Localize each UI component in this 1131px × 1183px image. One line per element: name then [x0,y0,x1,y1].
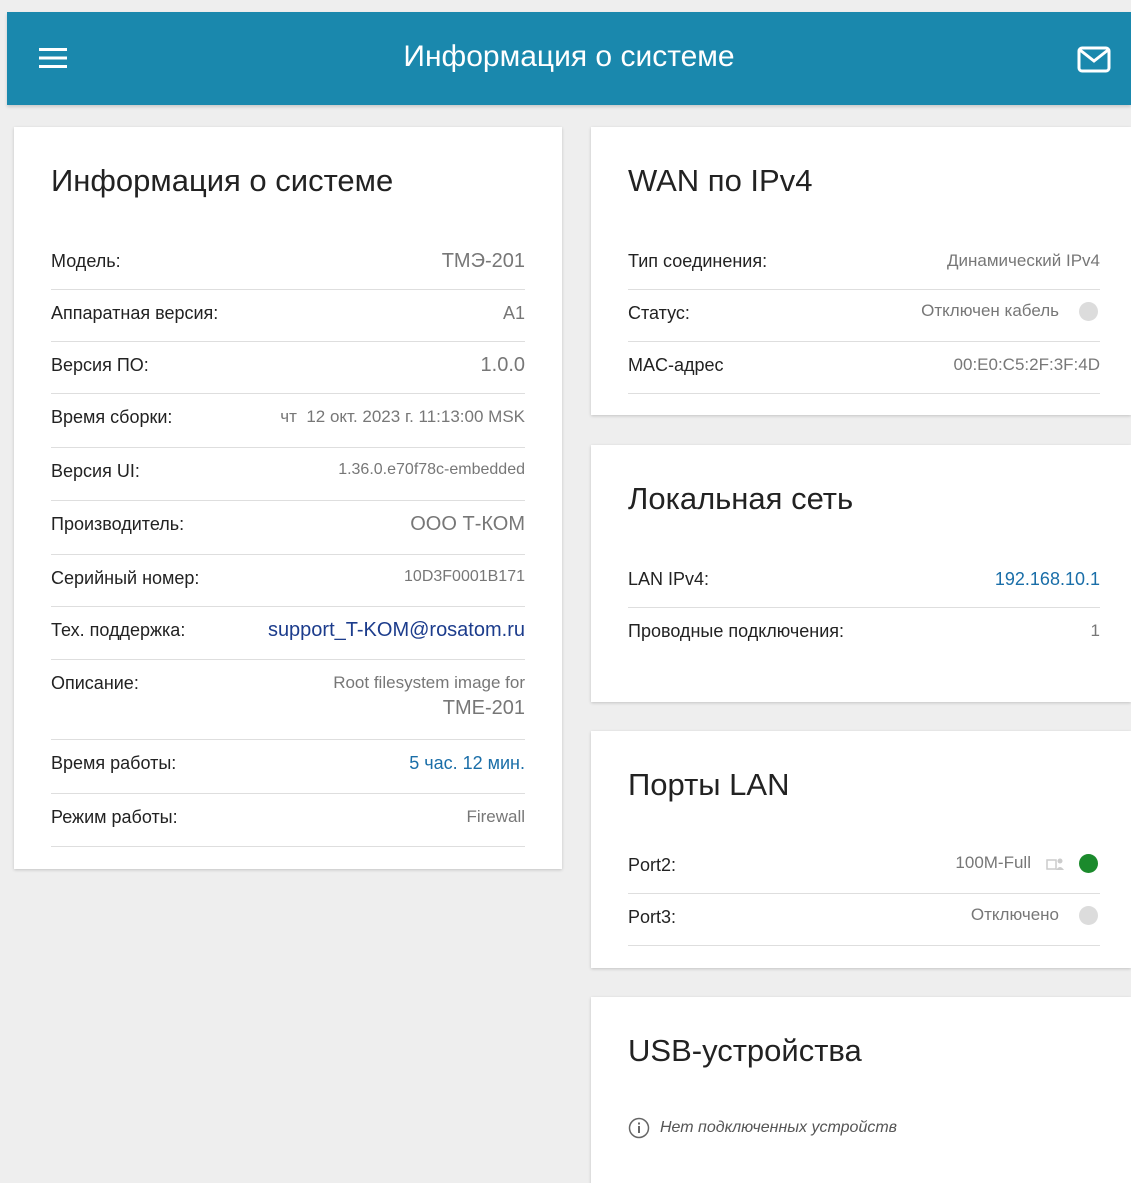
card-title: WAN по IPv4 [628,163,813,198]
row-value: A1 [502,303,525,323]
system-info-card: Информация о системе Модель: ТМЭ-201 Апп… [14,127,562,869]
row-label: Производитель: [51,514,185,534]
card-title: Локальная сеть [628,481,854,516]
row-value: Отключено [970,905,1100,926]
notifications-button[interactable] [1077,46,1111,74]
info-circle-icon [628,1117,650,1139]
support-email-link[interactable]: support_T-KOM@rosatom.ru [268,619,525,642]
row-label: MAC-адрес [628,355,724,375]
info-row-description: Описание: Root filesystem image for TME-… [51,659,525,740]
wan-row-mac: MAC-адрес 00:E0:C5:2F:3F:4D [628,341,1100,394]
row-value: 10D3F0001B171 [404,568,525,585]
lan-row-ipv4: LAN IPv4: 192.168.10.1 [628,555,1100,608]
row-label: Режим работы: [51,807,178,827]
row-label: Port2: [628,855,677,875]
description-line-2: TME-201 [442,697,525,719]
row-label: LAN IPv4: [628,569,710,589]
status-text: Отключен кабель [921,301,1059,320]
row-value: 1.0.0 [480,354,525,376]
port-status-text: Отключено [970,905,1059,924]
row-value: Динамический IPv4 [946,251,1100,270]
row-label: Аппаратная версия: [51,303,219,323]
row-value: Отключен кабель [921,301,1100,322]
wan-row-connection-type: Тип соединения: Динамический IPv4 [628,237,1100,290]
top-bar: Информация о системе [7,12,1131,105]
row-label: Время работы: [51,753,177,773]
lan-card: Локальная сеть LAN IPv4: 192.168.10.1 Пр… [591,445,1131,702]
row-label: Версия UI: [51,461,140,481]
card-title: USB-устройства [628,1033,862,1068]
port-row-port3: Port3: Отключено [628,893,1100,946]
port-row-port2: Port2: 100M-Full [628,841,1100,894]
info-row-firmware-version: Версия ПО: 1.0.0 [51,341,525,394]
row-value: Root filesystem image for TME-201 [333,673,525,723]
page-title: Информация о системе [403,40,735,73]
row-value: 1 [1090,621,1100,640]
lan-row-wired-connections: Проводные подключения: 1 [628,607,1100,659]
row-value: Firewall [466,807,525,826]
description-line-1: Root filesystem image for [333,673,525,692]
row-label: Время сборки: [51,407,173,427]
status-indicator [1079,854,1098,874]
page: Информация о системе Информация о систем… [0,0,1131,1183]
row-label: Тип соединения: [628,251,768,271]
row-label: Серийный номер: [51,568,200,588]
info-row-build-time: Время сборки: чт 12 окт. 2023 г. 11:13:0… [51,393,525,448]
row-label: Тех. поддержка: [51,620,186,640]
lan-port-icon [1046,858,1064,870]
status-indicator [1079,906,1098,926]
info-row-manufacturer: Производитель: ООО Т-КОМ [51,500,525,555]
row-label: Статус: [628,303,690,323]
row-label: Port3: [628,907,677,927]
info-row-hardware-version: Аппаратная версия: A1 [51,289,525,342]
usb-empty-message: Нет подключенных устройств [628,1117,897,1139]
info-row-ui-version: Версия UI: 1.36.0.e70f78c-embedded [51,447,525,501]
status-indicator [1079,302,1098,322]
row-label: Модель: [51,251,121,271]
lan-ip-link[interactable]: 192.168.10.1 [995,569,1100,590]
lan-ports-card: Порты LAN Port2: 100M-Full Port3: Отключ… [591,731,1131,968]
info-row-serial-number: Серийный номер: 10D3F0001B171 [51,554,525,607]
row-value: 100M-Full [955,853,1100,874]
card-title: Информация о системе [51,163,394,198]
card-title: Порты LAN [628,767,790,802]
envelope-icon [1077,46,1111,73]
row-value: 00:E0:C5:2F:3F:4D [953,355,1100,374]
row-label: Проводные подключения: [628,621,845,641]
row-value: ООО Т-КОМ [410,513,525,535]
info-row-model: Модель: ТМЭ-201 [51,237,525,290]
row-label: Версия ПО: [51,355,149,375]
row-label: Описание: [51,673,139,693]
row-value: 1.36.0.e70f78c-embedded [338,461,525,478]
usb-card: USB-устройства Нет подключенных устройст… [591,997,1131,1183]
row-value: чт 12 окт. 2023 г. 11:13:00 MSK [280,407,525,426]
port-speed: 100M-Full [955,853,1031,872]
info-row-support: Тех. поддержка: support_T-KOM@rosatom.ru [51,606,525,660]
empty-text: Нет подключенных устройств [660,1119,898,1137]
row-value: 5 час. 12 мин. [409,753,525,773]
row-value: ТМЭ-201 [441,250,525,272]
info-row-uptime: Время работы: 5 час. 12 мин. [51,739,525,794]
info-row-mode: Режим работы: Firewall [51,793,525,847]
wan-card: WAN по IPv4 Тип соединения: Динамический… [591,127,1131,415]
wan-row-status: Статус: Отключен кабель [628,289,1100,342]
